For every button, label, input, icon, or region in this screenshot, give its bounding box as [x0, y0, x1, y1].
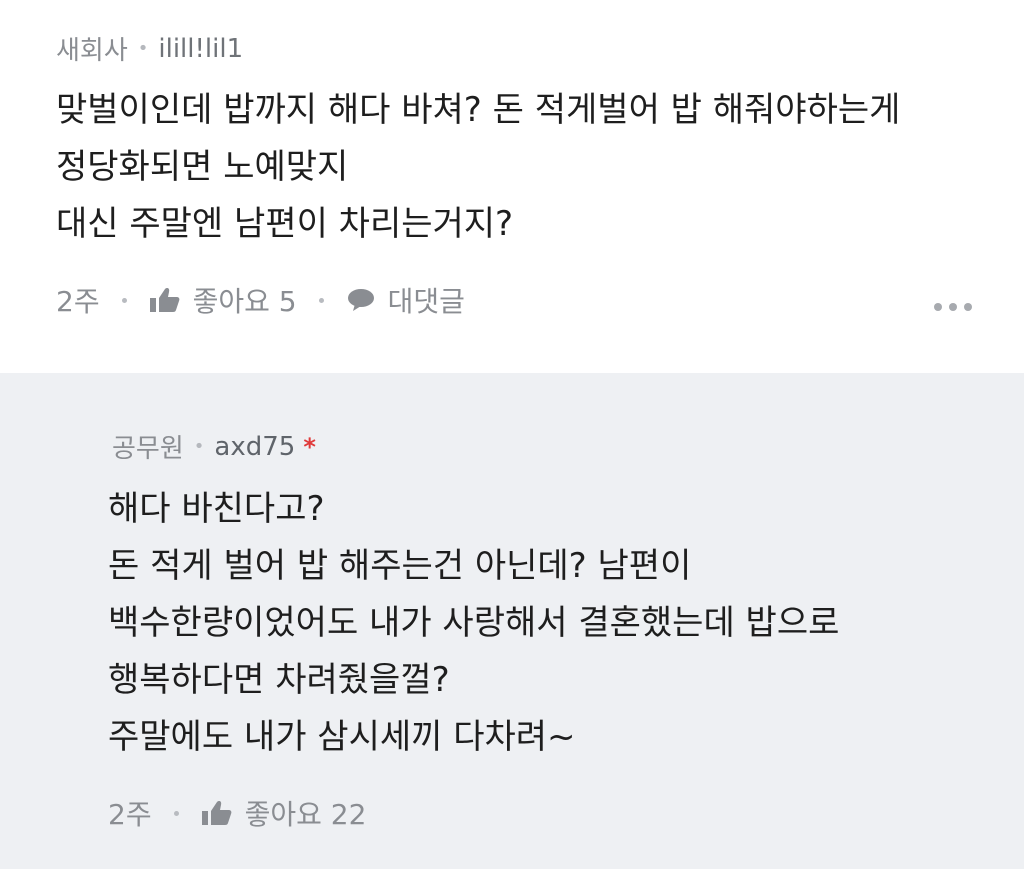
reply-card: 공무원 • axd75 * 해다 바친다고? 돈 적게 벌어 밥 해주는건 아닌… [0, 373, 1024, 869]
reply-label: 대댓글 [387, 285, 465, 318]
author-nickname[interactable]: axd75 [214, 432, 295, 462]
action-separator [173, 810, 179, 816]
reply-author-meta: 공무원 • axd75 * [112, 428, 316, 465]
reply-line: 돈 적게 벌어 밥 해주는건 아닌데? 남편이 [108, 546, 692, 586]
author-nickname[interactable]: ilill!lil1 [158, 34, 243, 64]
reply-body: 해다 바친다고? 돈 적게 벌어 밥 해주는건 아닌데? 남편이 백수한량이었어… [108, 481, 839, 766]
reply-line: 행복하다면 차려줬을껄? [108, 660, 450, 700]
reply-line: 백수한량이었어도 내가 사랑해서 결혼했는데 밥으로 [108, 603, 840, 643]
comment-body: 맞벌이인데 밥까지 해다 바쳐? 돈 적게벌어 밥 해줘야하는게 정당화되면 노… [56, 82, 900, 253]
action-separator [318, 297, 324, 303]
comment-card: 새회사 • ilill!lil1 맞벌이인데 밥까지 해다 바쳐? 돈 적게벌어… [0, 0, 1024, 373]
like-count-label: 좋아요 5 [192, 285, 297, 318]
comment-line: 정당화되면 노예맞지 [56, 147, 349, 187]
reply-time: 2주 [108, 798, 152, 831]
comment-time: 2주 [56, 285, 100, 318]
author-mark: * [303, 432, 316, 461]
comment-line: 대신 주말엔 남편이 차리는거지? [56, 204, 514, 244]
more-dot [934, 303, 942, 311]
comment-line: 맞벌이인데 밥까지 해다 바쳐? 돈 적게벌어 밥 해줘야하는게 [56, 90, 901, 130]
reply-line: 해다 바친다고? [108, 489, 325, 529]
thumbs-up-icon [149, 287, 181, 313]
author-job: 새회사 [56, 36, 128, 66]
more-dot [964, 303, 972, 311]
speech-bubble-icon [346, 287, 376, 313]
comment-actions: 2주 좋아요 5 대댓글 [56, 280, 465, 320]
more-dots-icon[interactable] [934, 303, 972, 311]
more-dot [949, 303, 957, 311]
like-count-label: 좋아요 22 [244, 798, 367, 831]
author-job: 공무원 [112, 434, 184, 464]
meta-separator: • [193, 436, 205, 457]
comment-author-meta: 새회사 • ilill!lil1 [56, 30, 243, 67]
reply-line: 주말에도 내가 삼시세끼 다차려~ [108, 717, 576, 757]
action-separator [121, 297, 127, 303]
meta-separator: • [137, 38, 149, 59]
thumbs-up-icon [201, 800, 233, 826]
reply-button[interactable]: 대댓글 [346, 280, 465, 320]
reply-actions: 2주 좋아요 22 [108, 793, 366, 833]
like-button[interactable]: 좋아요 5 [149, 280, 297, 320]
like-button[interactable]: 좋아요 22 [201, 793, 367, 833]
